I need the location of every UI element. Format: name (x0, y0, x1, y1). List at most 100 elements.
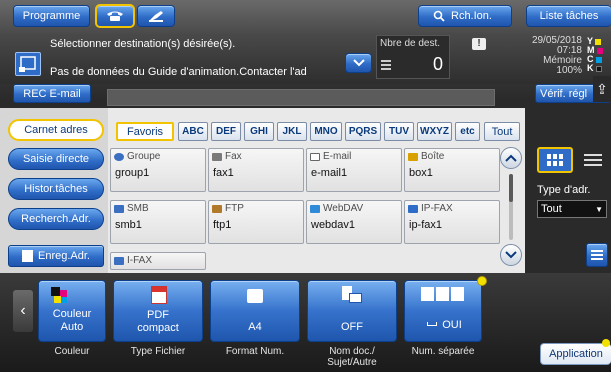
separate-scan-icon (421, 287, 465, 301)
index-jkl-label: JKL (282, 126, 302, 137)
card-name: ip-fax1 (409, 219, 443, 231)
index-wxyz[interactable]: WXYZ (417, 122, 452, 141)
fax-status-icon (15, 52, 41, 76)
index-favoris-label: Favoris (126, 125, 164, 138)
programme-label: Programme (22, 10, 81, 22)
job-list-button[interactable]: Liste tâches (526, 5, 611, 27)
toner-k-label: K (587, 63, 594, 73)
menu-button[interactable] (586, 243, 608, 267)
card-type-label: WebDAV (323, 203, 364, 214)
destination-entry-bar[interactable] (107, 89, 495, 106)
destination-card-box[interactable]: Boîte box1 (404, 148, 500, 192)
card-type-label: FTP (225, 203, 244, 214)
index-ghi-label: GHI (250, 126, 268, 137)
application-button[interactable]: Application (540, 343, 611, 365)
color-auto-icon (51, 287, 69, 303)
index-tuv[interactable]: TUV (384, 122, 414, 141)
index-ghi[interactable]: GHI (244, 122, 274, 141)
index-pqrs[interactable]: PQRS (345, 122, 381, 141)
tab-address-search-label: Recherch.Adr. (21, 213, 91, 225)
file-type-value: PDF compact (137, 309, 179, 334)
destination-card-fax[interactable]: Fax fax1 (208, 148, 304, 192)
index-pqrs-label: PQRS (348, 126, 378, 137)
scan-size-button[interactable]: A4 (210, 280, 300, 342)
index-tout[interactable]: Tout (484, 122, 520, 141)
index-etc-label: etc (460, 126, 475, 137)
index-tuv-label: TUV (389, 126, 409, 137)
register-book-icon (22, 250, 33, 262)
destination-card-ipfax[interactable]: IP-FAX ip-fax1 (404, 200, 500, 244)
fax-mode-button[interactable] (95, 4, 135, 28)
card-type-label: I-FAX (127, 255, 153, 266)
scan-size-label: Format Num. (225, 346, 285, 357)
destination-card-ifax[interactable]: I-FAX (110, 252, 206, 270)
index-jkl[interactable]: JKL (277, 122, 307, 141)
programme-button[interactable]: Programme (13, 5, 90, 27)
onhook-icon (149, 11, 163, 22)
tab-job-history[interactable]: Histor.tâches (8, 178, 104, 200)
tab-address-search[interactable]: Recherch.Adr. (8, 208, 104, 230)
register-address-label: Enreg.Adr. (38, 250, 90, 262)
tab-address-book-label: Carnet adres (24, 124, 88, 136)
file-type-button[interactable]: PDF compact (113, 280, 203, 342)
index-def[interactable]: DEF (211, 122, 241, 141)
rec-email-button[interactable]: REC E-mail (13, 84, 91, 103)
document-name-button[interactable]: OFF (307, 280, 397, 342)
tab-address-book[interactable]: Carnet adres (8, 119, 104, 141)
register-address-button[interactable]: Enreg.Adr. (8, 245, 104, 267)
index-abc-label: ABC (182, 126, 204, 137)
destination-count-label: Nbre de dest. (380, 38, 441, 49)
pdf-icon (151, 286, 167, 304)
ifax-icon (114, 256, 124, 265)
card-name: box1 (409, 167, 433, 179)
previous-settings-button[interactable]: ‹ (13, 290, 33, 332)
onhook-button[interactable] (137, 5, 175, 27)
search-button[interactable]: Rch.Ion. (418, 5, 512, 27)
card-type-label: E-mail (323, 151, 352, 162)
dropdown-arrow-icon: ▼ (595, 205, 603, 214)
grid-view-button[interactable] (537, 147, 573, 173)
chevron-down-icon (505, 251, 517, 259)
telephone-icon (107, 11, 123, 21)
scroll-down-button[interactable] (500, 244, 522, 266)
card-name: ftp1 (213, 219, 232, 231)
document-mail-icon (342, 286, 362, 304)
collapse-arrow-icon[interactable]: ⇪ (593, 76, 611, 102)
card-type-label: SMB (127, 203, 149, 214)
scrollbar-track[interactable] (509, 174, 513, 240)
index-abc[interactable]: ABC (178, 122, 208, 141)
instruction-text: Sélectionner destination(s) désirée(s). (50, 38, 236, 50)
email-icon (310, 152, 320, 161)
index-def-label: DEF (216, 126, 236, 137)
status-panel: 29/05/2018 07:18 Mémoire 100% (512, 36, 582, 76)
destination-count: 0 (432, 54, 443, 74)
expand-message-button[interactable] (345, 53, 372, 73)
index-mno[interactable]: MNO (310, 122, 342, 141)
separate-scan-value: OUI (442, 319, 462, 331)
color-setting-label: Couleur (54, 346, 90, 357)
list-view-icon (584, 154, 602, 166)
color-setting-button[interactable]: Couleur Auto (38, 280, 106, 342)
destination-card-email[interactable]: E-mail e-mail1 (306, 148, 402, 192)
tab-direct-input-label: Saisie directe (22, 153, 90, 165)
destination-card-smb[interactable]: SMB smb1 (110, 200, 206, 244)
card-name: group1 (115, 167, 150, 179)
separate-scan-button[interactable]: OUI (404, 280, 482, 342)
tab-direct-input[interactable]: Saisie directe (8, 148, 104, 170)
destination-card-webdav[interactable]: WebDAV webdav1 (306, 200, 402, 244)
search-icon (433, 10, 445, 22)
verify-settings-label: Vérif. régl (540, 87, 588, 100)
chevron-down-icon (352, 59, 365, 67)
index-etc[interactable]: etc (455, 122, 480, 141)
job-list-label: Liste tâches (539, 10, 599, 22)
destination-card-group[interactable]: Groupe group1 (110, 148, 206, 192)
address-type-select[interactable]: Tout ▼ (537, 200, 607, 218)
card-name: smb1 (115, 219, 142, 231)
list-view-button[interactable] (578, 147, 608, 173)
paper-icon (247, 289, 263, 303)
destination-card-ftp[interactable]: FTP ftp1 (208, 200, 304, 244)
index-favoris[interactable]: Favoris (116, 122, 174, 141)
scroll-up-button[interactable] (500, 147, 522, 169)
card-type-label: IP-FAX (421, 203, 453, 214)
scrollbar-thumb[interactable] (509, 174, 513, 202)
